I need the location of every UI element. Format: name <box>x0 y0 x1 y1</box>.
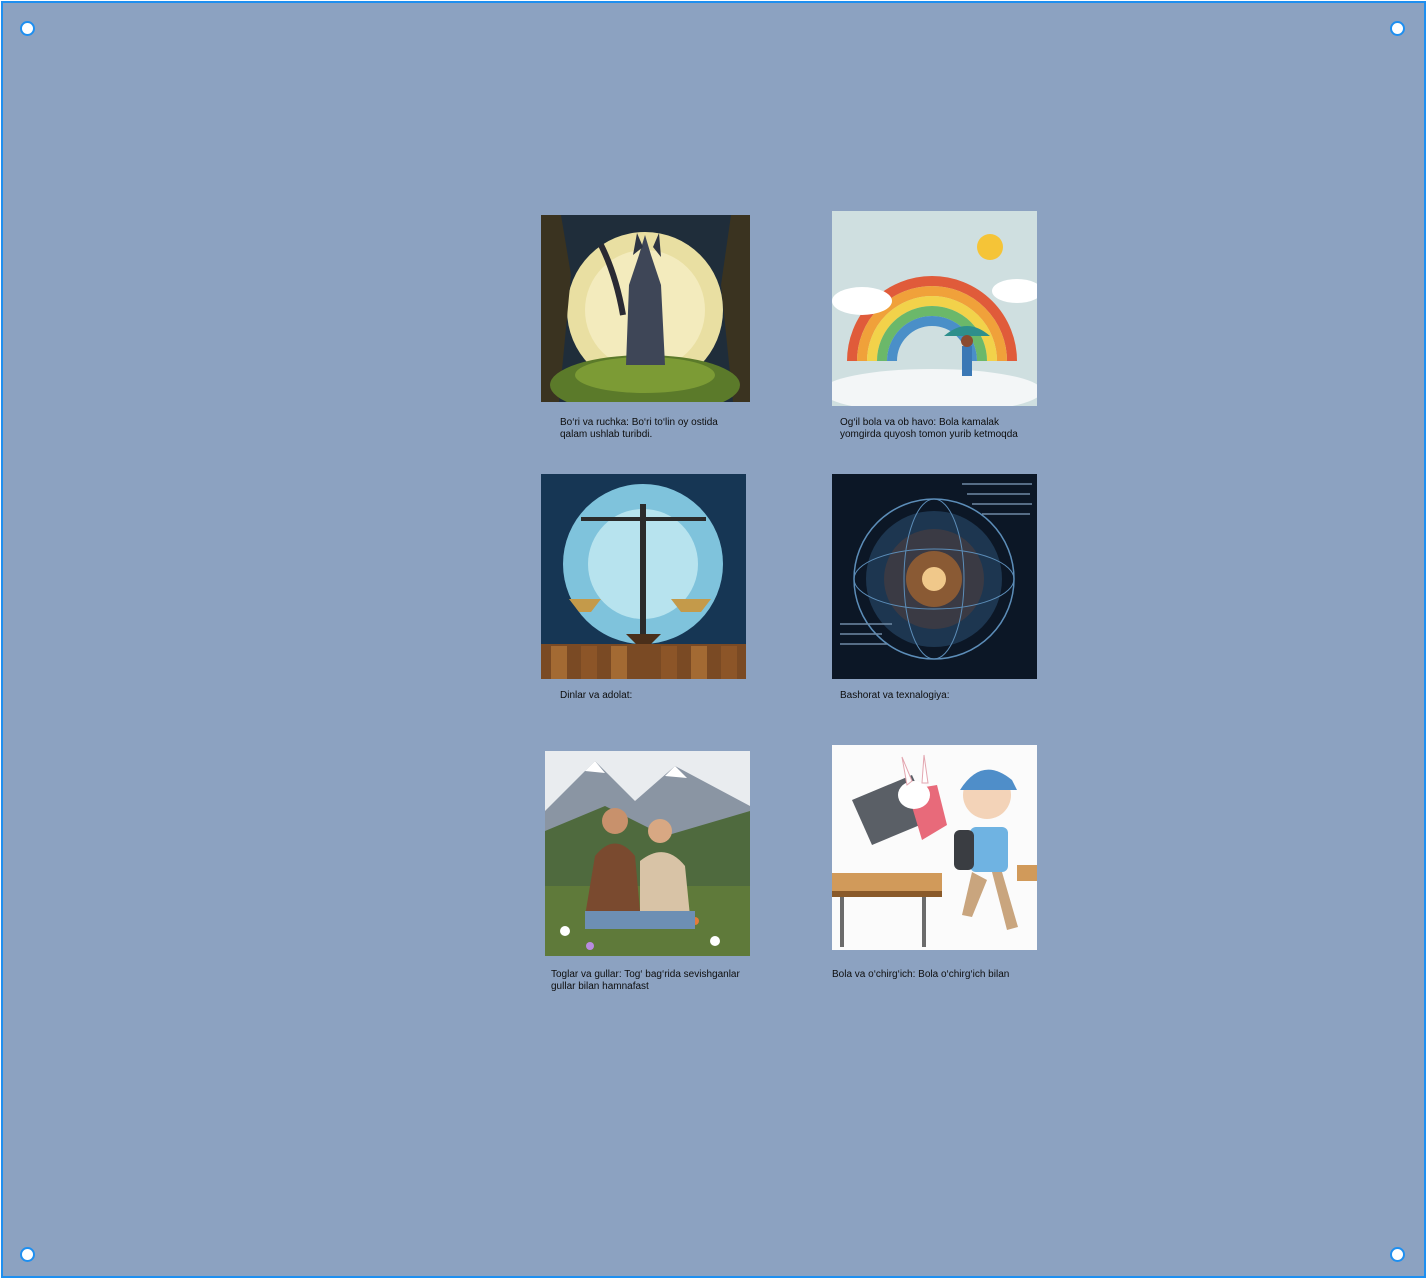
prediction-technology-image[interactable] <box>832 474 1037 679</box>
card-caption: Dinlar va adolat: <box>560 690 633 701</box>
card-caption: Bo‘ri va ruchka: Bo‘ri to‘lin oy ostida … <box>560 417 718 440</box>
boy-eraser-image[interactable] <box>832 745 1037 950</box>
wolf-moon-image[interactable] <box>541 215 750 402</box>
resize-handle-top-right[interactable] <box>1390 21 1405 36</box>
card-caption: Bola va o‘chirg‘ich: Bola o‘chirg‘ich bi… <box>832 969 1010 980</box>
religions-justice-image[interactable] <box>541 474 746 679</box>
resize-handle-bottom-left[interactable] <box>20 1247 35 1262</box>
resize-handle-top-left[interactable] <box>20 21 35 36</box>
card-caption: Bashorat va texnalogiya: <box>840 690 950 701</box>
resize-handle-bottom-right[interactable] <box>1390 1247 1405 1262</box>
card-caption: Toglar va gullar: Tog‘ bag‘rida sevishga… <box>551 969 740 992</box>
card-caption: Og‘il bola va ob havo: Bola kamalak yomg… <box>840 417 1018 440</box>
mountains-couple-image[interactable] <box>545 751 750 956</box>
rainbow-child-image[interactable] <box>832 211 1037 406</box>
